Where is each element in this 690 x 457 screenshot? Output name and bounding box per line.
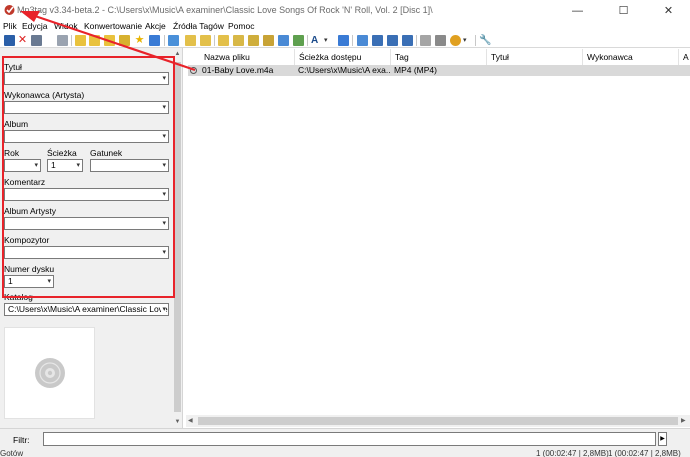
column-path[interactable]: Ścieżka dostępu — [295, 49, 391, 65]
toolbar: ✕ ★ A ▾ ▾ 🔧 — [0, 33, 690, 48]
row-tag: MP4 (MP4) — [394, 65, 437, 75]
menu-konwertowanie[interactable]: Konwertowanie — [84, 21, 142, 31]
discogs-icon[interactable] — [372, 35, 383, 46]
menu-edycja[interactable]: Edycja — [22, 21, 48, 31]
refresh-icon[interactable] — [149, 35, 160, 46]
title-bar: Mp3tag v3.34-beta.2 - C:\Users\x\Music\A… — [0, 0, 690, 21]
menu-akcje[interactable]: Akcje — [145, 21, 166, 31]
row-title — [490, 65, 582, 76]
file-list-hscrollbar[interactable]: ◀ ▶ — [186, 415, 690, 427]
undo-icon[interactable] — [31, 35, 42, 46]
tag-panel-icon[interactable] — [168, 35, 179, 46]
scroll-left-icon[interactable]: ◀ — [188, 415, 193, 427]
directory-value: C:\Users\x\Music\A examiner\Classic Love… — [8, 304, 169, 314]
status-bar: Gotów 1 (00:02:47 | 2,8MB) 1 (00:02:47 |… — [0, 448, 690, 457]
row-path: C:\Users\x\Music\A exa... — [298, 65, 390, 75]
window-title: Mp3tag v3.34-beta.2 - C:\Users\x\Music\A… — [17, 5, 433, 15]
column-artist[interactable]: Wykonawca — [583, 49, 679, 65]
menu-widok[interactable]: Widok — [54, 21, 78, 31]
album-cover[interactable] — [4, 327, 95, 419]
web-icon[interactable] — [450, 35, 461, 46]
close-button[interactable]: ✕ — [646, 0, 690, 21]
edit-tag-icon[interactable] — [338, 35, 349, 46]
redo-icon[interactable] — [57, 35, 68, 46]
playlist-export-icon[interactable] — [357, 35, 368, 46]
print-icon[interactable] — [420, 35, 431, 46]
folder-plus-icon[interactable] — [104, 35, 115, 46]
filter-go-button[interactable]: ▶ — [658, 432, 667, 446]
filename-tag-icon[interactable] — [233, 35, 244, 46]
cd-icon — [35, 358, 65, 388]
chevron-down-icon: ▾ — [161, 304, 166, 315]
column-filename[interactable]: Nazwa pliku — [200, 49, 295, 65]
text-tag-icon[interactable] — [248, 35, 259, 46]
folder-icon[interactable] — [185, 35, 196, 46]
menu-zrodla-tagow[interactable]: Źródła Tagów — [173, 21, 224, 31]
row-artist — [586, 65, 678, 76]
filter-bar: Filtr: ▶ — [0, 428, 690, 448]
scrollbar-thumb[interactable] — [174, 62, 181, 412]
star-icon[interactable]: ★ — [134, 35, 145, 46]
directory-field[interactable]: C:\Users\x\Music\A examiner\Classic Love… — [4, 303, 169, 316]
wrench-icon[interactable]: 🔧 — [479, 35, 491, 46]
copy-icon[interactable] — [435, 35, 446, 46]
status-total: 1 (00:02:47 | 2,8MB) — [608, 449, 681, 457]
scroll-right-icon[interactable]: ▶ — [681, 415, 686, 427]
column-title[interactable]: Tytuł — [487, 49, 583, 65]
mp3tag-app-icon — [4, 5, 15, 15]
menu-bar: Plik Edycja Widok Konwertowanie Akcje Źr… — [0, 21, 690, 33]
annotation-highlight-box — [2, 56, 175, 298]
freedb-icon[interactable] — [402, 35, 413, 46]
case-conversion-icon[interactable]: A — [311, 35, 322, 46]
file-list: Nazwa pliku Ścieżka dostępu Tag Tytuł Wy… — [186, 48, 690, 428]
musicbrainz-icon[interactable] — [387, 35, 398, 46]
tag-tag-icon[interactable] — [263, 35, 274, 46]
table-row[interactable]: 01-Baby Love.m4a C:\Users\x\Music\A exa.… — [188, 65, 690, 76]
remove-tag-icon[interactable]: ✕ — [17, 35, 28, 46]
add-folder-icon[interactable] — [89, 35, 100, 46]
chevron-down-icon[interactable]: ▾ — [324, 35, 335, 46]
scrollbar-thumb[interactable] — [198, 417, 678, 425]
export-icon[interactable] — [293, 35, 304, 46]
scroll-up-icon[interactable]: ▲ — [174, 50, 181, 58]
column-album[interactable]: A — [679, 49, 690, 65]
playlist-icon[interactable] — [119, 35, 130, 46]
tag-filename-icon[interactable] — [218, 35, 229, 46]
menu-plik[interactable]: Plik — [3, 21, 17, 31]
save-icon[interactable] — [4, 35, 15, 46]
filter-label: Filtr: — [13, 435, 30, 445]
filter-input[interactable] — [43, 432, 656, 446]
menu-pomoc[interactable]: Pomoc — [228, 21, 254, 31]
maximize-button[interactable]: ☐ — [601, 0, 646, 21]
open-folder-icon[interactable] — [75, 35, 86, 46]
lock-icon[interactable] — [200, 35, 211, 46]
row-filename: 01-Baby Love.m4a — [202, 65, 274, 75]
tag-sources-icon[interactable] — [278, 35, 289, 46]
status-selected: 1 (00:02:47 | 2,8MB) — [536, 449, 609, 457]
minimize-button[interactable]: — — [555, 0, 600, 21]
file-icon — [190, 67, 197, 74]
scroll-down-icon[interactable]: ▼ — [174, 418, 181, 426]
column-tag[interactable]: Tag — [391, 49, 487, 65]
chevron-down-icon[interactable]: ▾ — [463, 35, 474, 46]
status-ready: Gotów — [0, 449, 24, 457]
